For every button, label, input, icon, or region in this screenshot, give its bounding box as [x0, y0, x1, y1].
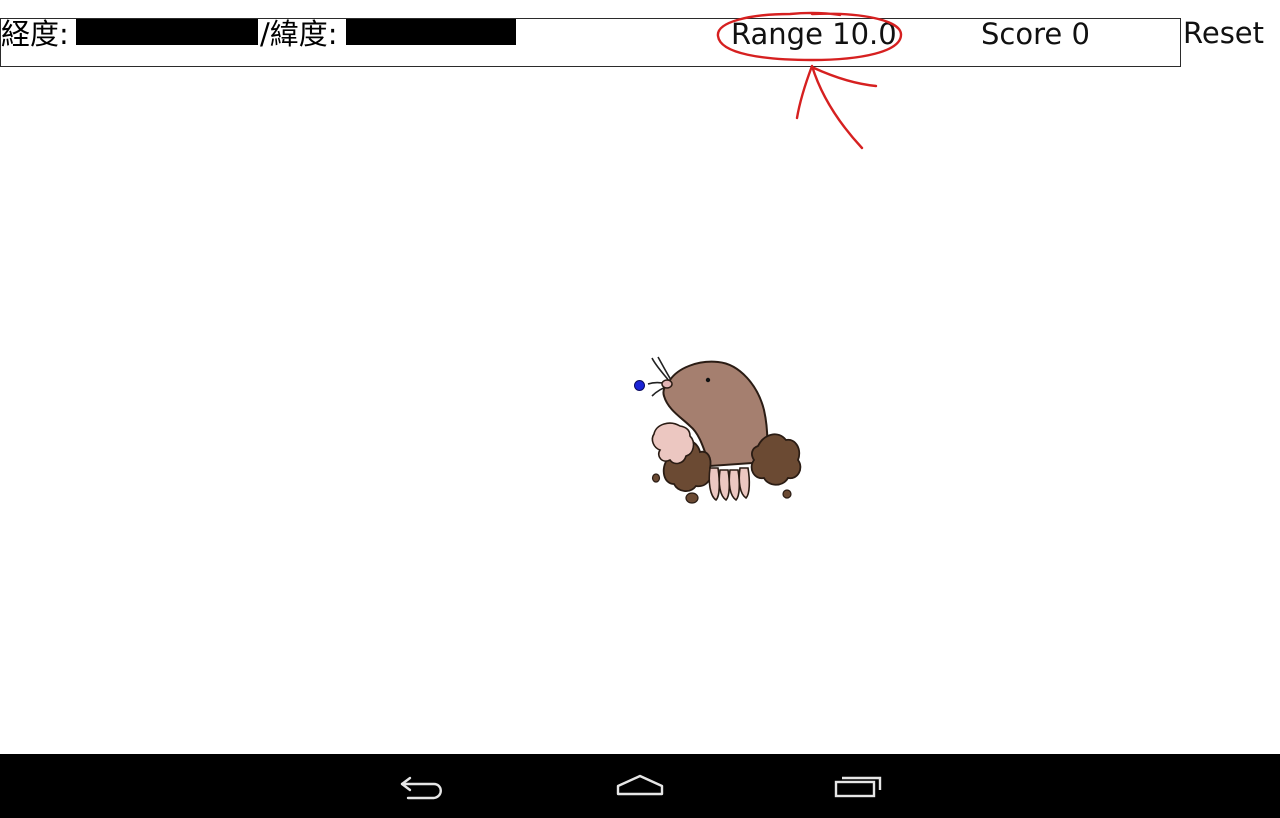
mole-front-claws: [708, 467, 751, 502]
status-bar: 経度: /緯度: Range 10.0 Score 0 Reset: [0, 17, 1280, 67]
latitude-value-redacted: [346, 19, 516, 45]
dirt-crumb: [782, 489, 792, 499]
score-display: Score 0: [981, 17, 1090, 51]
navigation-bar: [0, 754, 1280, 818]
mole-nose: [661, 379, 673, 389]
mole-eye: [705, 377, 711, 383]
range-display: Range 10.0: [731, 17, 897, 51]
back-icon[interactable]: [394, 768, 454, 804]
dirt-crumb: [685, 492, 699, 504]
reset-button[interactable]: Reset: [1180, 18, 1280, 67]
home-icon[interactable]: [610, 768, 670, 804]
reset-button-label: Reset: [1183, 16, 1265, 50]
latitude-label: /緯度:: [260, 17, 338, 51]
game-screen: 経度: /緯度: Range 10.0 Score 0 Reset: [0, 0, 1280, 818]
dirt-crumb: [651, 473, 661, 483]
longitude-label: 経度:: [1, 17, 69, 51]
recent-apps-icon[interactable]: [828, 768, 888, 804]
longitude-value-redacted: [76, 19, 258, 45]
mole-icon[interactable]: [640, 350, 810, 515]
